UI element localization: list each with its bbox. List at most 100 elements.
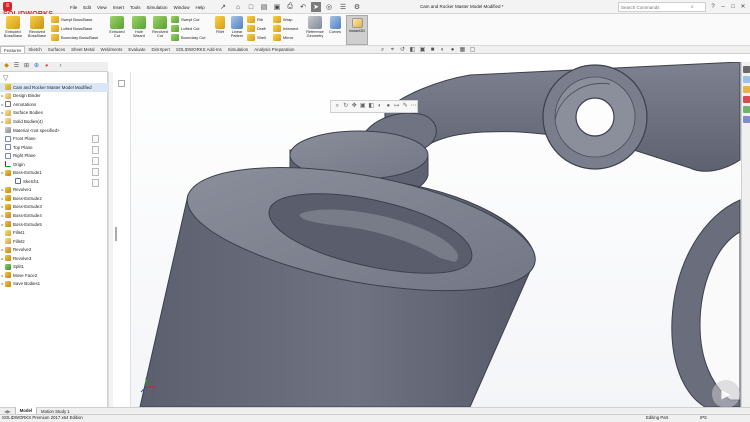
ctx-hide-icon[interactable]: ◐: [377, 103, 384, 110]
tree-node[interactable]: ▸ Surface Bodies: [0, 109, 108, 118]
tree-node[interactable]: ▸ Revolve2: [0, 245, 108, 254]
options-icon[interactable]: ⚙: [352, 2, 362, 12]
undo-icon[interactable]: ↶: [298, 2, 308, 12]
revolved-cut-button[interactable]: Revolved Cut: [150, 16, 170, 39]
tab-analysis-preparation[interactable]: Analysis Preparation: [251, 46, 297, 53]
wrap-button[interactable]: Wrap: [273, 15, 303, 24]
tree-node[interactable]: ▸ Boss-Extrude2: [0, 194, 108, 203]
configuration-manager-tab-icon[interactable]: ⊞: [23, 63, 30, 70]
section-view-icon[interactable]: ◧: [409, 47, 416, 54]
ctx-more-icon[interactable]: ⋯: [411, 103, 418, 110]
ctx-measure-icon[interactable]: ↦: [394, 103, 401, 110]
custom-properties-icon[interactable]: [743, 116, 750, 123]
curves-button[interactable]: Curves: [327, 16, 343, 34]
linear-pattern-button[interactable]: Linear Pattern: [228, 16, 246, 39]
menu-window[interactable]: Window: [174, 3, 190, 12]
appearance-icon[interactable]: ●: [449, 47, 456, 54]
mirror-button[interactable]: Mirror: [273, 33, 303, 42]
ctx-sketch-icon[interactable]: ✎: [402, 103, 409, 110]
menu-view[interactable]: View: [97, 3, 107, 12]
tree-node[interactable]: ▸ Save Bodies1: [0, 280, 108, 289]
cylinder-body[interactable]: [139, 167, 536, 407]
tree-node[interactable]: Material <not specified>: [0, 126, 108, 135]
show-icon-4[interactable]: [92, 168, 99, 176]
scene-icon[interactable]: ▦: [459, 47, 466, 54]
collapse-panel-icon[interactable]: [118, 80, 125, 87]
pin-icon[interactable]: ↗: [218, 2, 228, 12]
3d-model-view[interactable]: [131, 62, 741, 407]
hole-wizard-button[interactable]: Hole Wizard: [129, 16, 149, 39]
restore-button[interactable]: □: [728, 2, 738, 12]
swept-boss-button[interactable]: Swept Boss/Base: [51, 15, 101, 24]
tab-addins[interactable]: SOLIDWORKS Add-Ins: [173, 46, 225, 53]
menu-file[interactable]: File: [70, 3, 77, 12]
minimize-button[interactable]: –: [718, 2, 728, 12]
rib-button[interactable]: Rib: [247, 15, 271, 24]
status-units[interactable]: IPS: [700, 415, 707, 421]
tab-sketch[interactable]: Sketch: [25, 46, 44, 53]
help-icon[interactable]: ?: [708, 2, 718, 12]
new-document-icon[interactable]: □: [246, 2, 256, 12]
boundary-boss-button[interactable]: Boundary Boss/Base: [51, 33, 101, 42]
instant3d-button[interactable]: Instant3D: [346, 15, 368, 45]
solidworks-resources-icon[interactable]: [743, 66, 750, 73]
tree-node[interactable]: ▸ Boss-Extrude4: [0, 211, 108, 220]
show-icon-2[interactable]: [92, 146, 99, 154]
tab-weldments[interactable]: Weldments: [98, 46, 126, 53]
previous-view-icon[interactable]: ↺: [399, 47, 406, 54]
zoom-area-icon[interactable]: ⌖: [389, 47, 396, 54]
tab-evaluate[interactable]: Evaluate: [125, 46, 148, 53]
search-input[interactable]: [621, 4, 691, 10]
search-icon[interactable]: ⌕: [691, 4, 694, 10]
lofted-boss-button[interactable]: Lofted Boss/Base: [51, 24, 101, 33]
file-explorer-icon[interactable]: [743, 86, 750, 93]
ctx-zoom-icon[interactable]: ⌕: [334, 103, 341, 110]
property-manager-tab-icon[interactable]: ☰: [13, 63, 20, 70]
extruded-boss-button[interactable]: Extruded Boss/Base: [2, 16, 24, 39]
fillet-button[interactable]: Fillet: [213, 16, 227, 34]
home-icon[interactable]: ⌂: [233, 2, 243, 12]
reference-geometry-button[interactable]: Reference Geometry: [304, 16, 326, 39]
splitter-handle[interactable]: [115, 227, 117, 241]
tab-surfaces[interactable]: Surfaces: [45, 46, 68, 53]
tree-node[interactable]: ▸ Solid Bodies(4): [0, 117, 108, 126]
ctx-section-icon[interactable]: ◧: [368, 103, 375, 110]
ctx-appearance-icon[interactable]: ●: [385, 103, 392, 110]
tree-node[interactable]: ▸ Boss-Extrude3: [0, 203, 108, 212]
design-library-icon[interactable]: [743, 76, 750, 83]
ctx-normal-to-icon[interactable]: ▣: [360, 103, 367, 110]
tree-node[interactable]: ▸ Move Face2: [0, 271, 108, 280]
tab-sheet-metal[interactable]: Sheet Metal: [68, 46, 97, 53]
save-icon[interactable]: ▣: [272, 2, 282, 12]
ctx-pan-icon[interactable]: ✥: [351, 103, 358, 110]
tree-node[interactable]: ▸ Boss-Extrude5: [0, 220, 108, 229]
swept-cut-button[interactable]: Swept Cut: [171, 15, 211, 24]
solidworks-logo[interactable]: ≡ SOLIDWORKS: [3, 2, 63, 18]
show-icon-5[interactable]: [92, 179, 99, 187]
tab-features[interactable]: Features: [0, 46, 26, 53]
menu-simulation[interactable]: Simulation: [147, 3, 168, 12]
open-icon[interactable]: ▤: [259, 2, 269, 12]
menu-edit[interactable]: Edit: [83, 3, 91, 12]
revolved-boss-button[interactable]: Revolved Boss/Base: [26, 16, 48, 39]
feature-manager-tab-icon[interactable]: ◆: [3, 63, 10, 70]
lofted-cut-button[interactable]: Lofted Cut: [171, 24, 211, 33]
view-settings-icon[interactable]: ▢: [469, 47, 476, 54]
appearances-icon[interactable]: [743, 106, 750, 113]
tree-node[interactable]: Fillet1: [0, 228, 108, 237]
file-properties-icon[interactable]: ☰: [338, 2, 348, 12]
intersect-button[interactable]: Intersect: [273, 24, 303, 33]
tree-node[interactable]: Fillet2: [0, 237, 108, 246]
boundary-cut-button[interactable]: Boundary Cut: [171, 33, 211, 42]
tab-dimxpert[interactable]: DimXpert: [149, 46, 173, 53]
hide-show-icon[interactable]: ◐: [439, 47, 446, 54]
tab-simulation[interactable]: Simulation: [225, 46, 252, 53]
menu-insert[interactable]: Insert: [113, 3, 124, 12]
draft-button[interactable]: Draft: [247, 24, 271, 33]
graphics-area[interactable]: [131, 62, 741, 407]
select-icon[interactable]: ➤: [311, 2, 321, 12]
show-icon-1[interactable]: [92, 135, 99, 143]
view-palette-icon[interactable]: [743, 96, 750, 103]
search-commands[interactable]: ⌕: [618, 2, 706, 12]
rebuild-icon[interactable]: ◎: [324, 2, 334, 12]
